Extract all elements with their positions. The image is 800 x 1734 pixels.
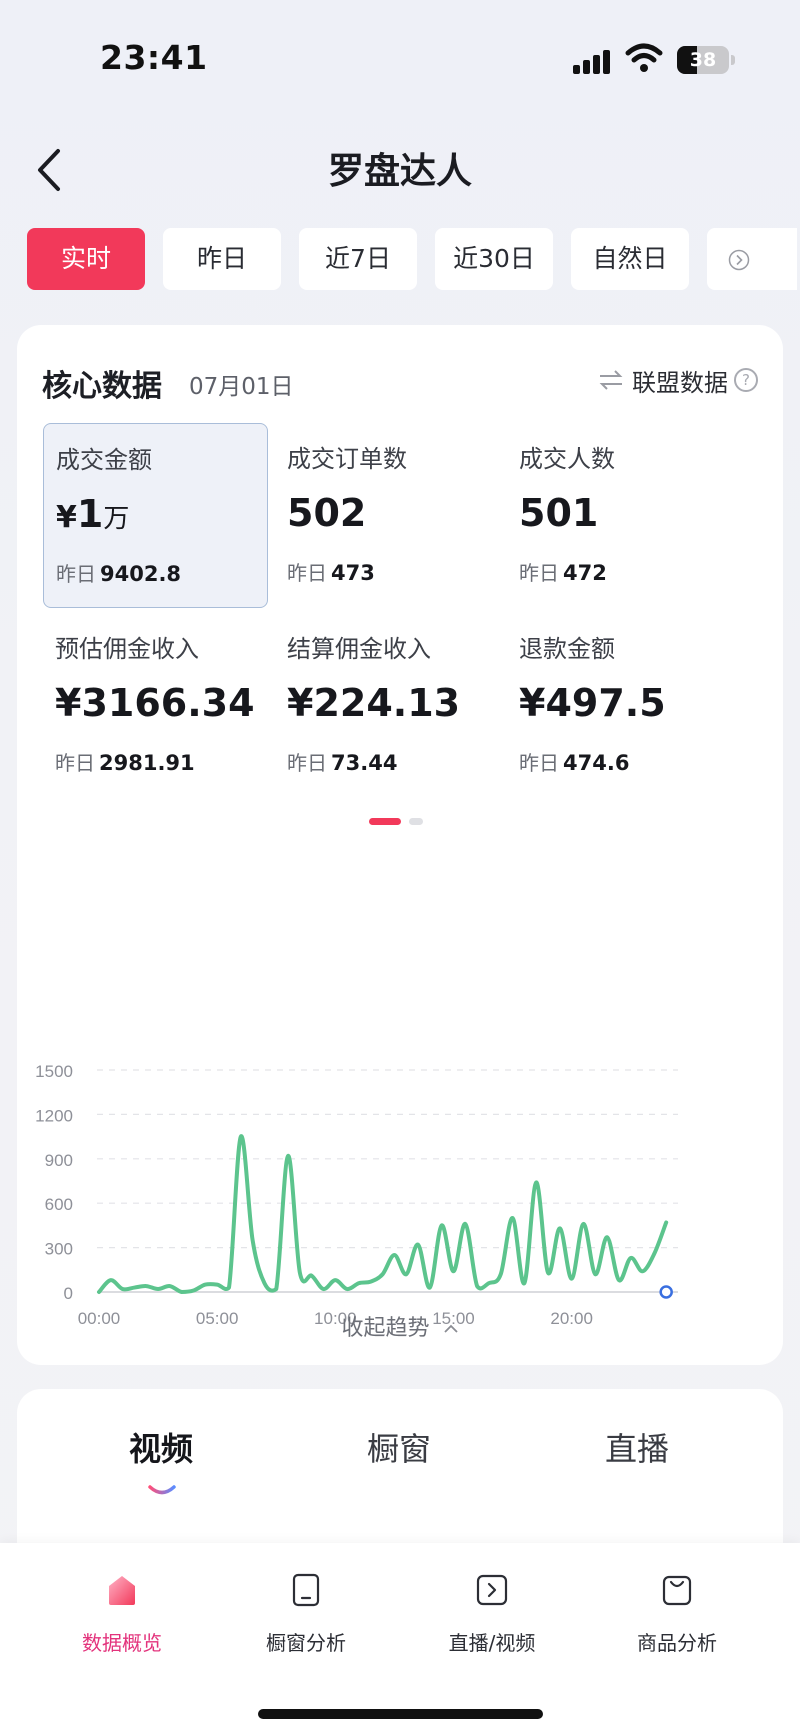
core-data-title: 核心数据 bbox=[42, 369, 162, 404]
metric-yesterday: 昨日 474.6 bbox=[519, 751, 630, 775]
nav-data-overview[interactable]: 数据概览 bbox=[42, 1571, 202, 1656]
nav-showcase-analysis[interactable]: 橱窗分析 bbox=[226, 1571, 386, 1656]
metric-label: 成交金额 bbox=[56, 446, 152, 474]
page-title: 罗盘达人 bbox=[327, 151, 472, 192]
tablet-icon bbox=[292, 1573, 320, 1607]
swap-icon bbox=[599, 370, 623, 390]
metric-value: 501 bbox=[519, 491, 599, 535]
metric-label: 成交人数 bbox=[519, 445, 615, 473]
y-tick-label: 300 bbox=[45, 1240, 73, 1259]
alliance-data-label: 联盟数据 bbox=[632, 368, 728, 397]
metric-gmv[interactable]: 成交金额 ¥1万 昨日 9402.8 bbox=[43, 423, 268, 608]
date-range-tabs: 实时 昨日 近7日 近30日 自然日 bbox=[27, 228, 800, 290]
cellular-signal-icon bbox=[573, 48, 613, 74]
tab-last-7-days[interactable]: 近7日 bbox=[299, 228, 417, 290]
current-time-marker bbox=[659, 1285, 673, 1299]
tab-video[interactable]: 视频 bbox=[129, 1424, 193, 1470]
core-data-card: 核心数据 07月01日 联盟数据 ? 成交金额 ¥1万 昨日 9402.8 成交订… bbox=[17, 325, 783, 1365]
tab-last-30-days[interactable]: 近30日 bbox=[435, 228, 553, 290]
tab-yesterday[interactable]: 昨日 bbox=[163, 228, 281, 290]
y-tick-label: 1500 bbox=[35, 1062, 73, 1081]
metrics-pager bbox=[369, 818, 429, 826]
metric-buyers[interactable]: 成交人数 501 昨日 472 bbox=[507, 423, 732, 608]
metric-yesterday: 昨日 472 bbox=[519, 561, 607, 585]
chevron-up-icon bbox=[443, 1324, 458, 1333]
bag-icon bbox=[662, 1575, 692, 1606]
metric-yesterday: 昨日 473 bbox=[287, 561, 375, 585]
battery-level: 38 bbox=[689, 49, 717, 71]
metric-label: 预估佣金收入 bbox=[55, 635, 199, 663]
help-icon[interactable]: ? bbox=[734, 368, 758, 392]
core-data-date: 07月01日 bbox=[189, 374, 294, 400]
metric-yesterday: 昨日 73.44 bbox=[287, 751, 398, 775]
metric-value: ¥3166.34 bbox=[55, 681, 255, 725]
play-box-icon bbox=[476, 1574, 508, 1606]
home-indicator bbox=[258, 1709, 543, 1719]
pager-dot-active bbox=[369, 818, 401, 825]
metric-orders[interactable]: 成交订单数 502 昨日 473 bbox=[275, 423, 500, 608]
metric-value: ¥1万 bbox=[56, 492, 130, 536]
chevron-right-circle-icon bbox=[728, 249, 750, 271]
tab-showcase[interactable]: 橱窗 bbox=[367, 1424, 431, 1470]
y-tick-label: 900 bbox=[45, 1151, 73, 1170]
metric-label: 结算佣金收入 bbox=[287, 635, 431, 663]
y-tick-label: 0 bbox=[64, 1284, 73, 1303]
metric-value: ¥497.5 bbox=[519, 681, 666, 725]
bottom-nav: 数据概览 橱窗分析 直播/视频 商品分析 bbox=[0, 1543, 800, 1734]
metric-label: 退款金额 bbox=[519, 635, 615, 663]
trend-chart: 03006009001200150000:00 05:00 10:00 15:00 20… bbox=[35, 1062, 678, 1328]
tab-natural-day[interactable]: 自然日 bbox=[571, 228, 689, 290]
tab-realtime[interactable]: 实时 bbox=[27, 228, 145, 290]
series-line bbox=[97, 1134, 669, 1294]
metric-yesterday: 昨日 2981.91 bbox=[55, 751, 195, 775]
active-tab-indicator bbox=[148, 1485, 176, 1495]
metric-estimated-commission[interactable]: 预估佣金收入 ¥3166.34 昨日 2981.91 bbox=[43, 613, 268, 798]
tab-live[interactable]: 直播 bbox=[605, 1424, 669, 1470]
metric-settled-commission[interactable]: 结算佣金收入 ¥224.13 昨日 73.44 bbox=[275, 613, 500, 798]
metric-value: ¥224.13 bbox=[287, 681, 461, 725]
alliance-data-toggle[interactable]: 联盟数据 ? bbox=[598, 363, 758, 397]
status-time: 23:41 bbox=[100, 38, 208, 77]
metric-yesterday: 昨日 9402.8 bbox=[56, 562, 182, 586]
nav-live-video[interactable]: 直播/视频 bbox=[412, 1571, 572, 1656]
battery-icon: 38 bbox=[677, 46, 729, 74]
more-tabs-button[interactable] bbox=[707, 228, 797, 290]
metric-value: 502 bbox=[287, 491, 367, 535]
metric-refund-amount[interactable]: 退款金额 ¥497.5 昨日 474.6 bbox=[507, 613, 732, 798]
metric-label: 成交订单数 bbox=[287, 445, 407, 473]
y-tick-label: 600 bbox=[45, 1195, 73, 1214]
nav-product-analysis[interactable]: 商品分析 bbox=[597, 1571, 757, 1656]
pager-dot[interactable] bbox=[409, 818, 423, 825]
y-tick-label: 1200 bbox=[35, 1106, 73, 1125]
wifi-icon bbox=[625, 43, 663, 72]
status-bar: 23:41 38 bbox=[0, 0, 800, 110]
collapse-trend-button[interactable]: 收起趋势 bbox=[17, 1310, 783, 1342]
home-icon bbox=[109, 1576, 135, 1605]
